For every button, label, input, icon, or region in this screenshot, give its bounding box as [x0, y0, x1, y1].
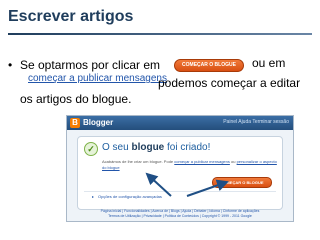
- bullet-line-2-end: podemos começar a editar: [158, 76, 301, 90]
- title-divider: [8, 33, 312, 35]
- bullet-marker: •: [8, 58, 13, 72]
- start-posting-link-inline: começar a publicar mensagens: [28, 73, 167, 84]
- arrow-to-start-link: [145, 172, 172, 197]
- arrow-to-start-button: [186, 179, 229, 197]
- slide-title: Escrever artigos: [8, 8, 134, 25]
- bullet-line-3: os artigos do blogue.: [20, 92, 132, 106]
- bullet-line-1-end: ou em: [252, 56, 286, 70]
- start-blog-button-inline: COMEÇAR O BLOGUE: [174, 59, 244, 72]
- annotation-arrows: [145, 172, 229, 197]
- blogger-screenshot: B Blogger Painel Ajuda Terminar sessão ✓…: [66, 115, 294, 222]
